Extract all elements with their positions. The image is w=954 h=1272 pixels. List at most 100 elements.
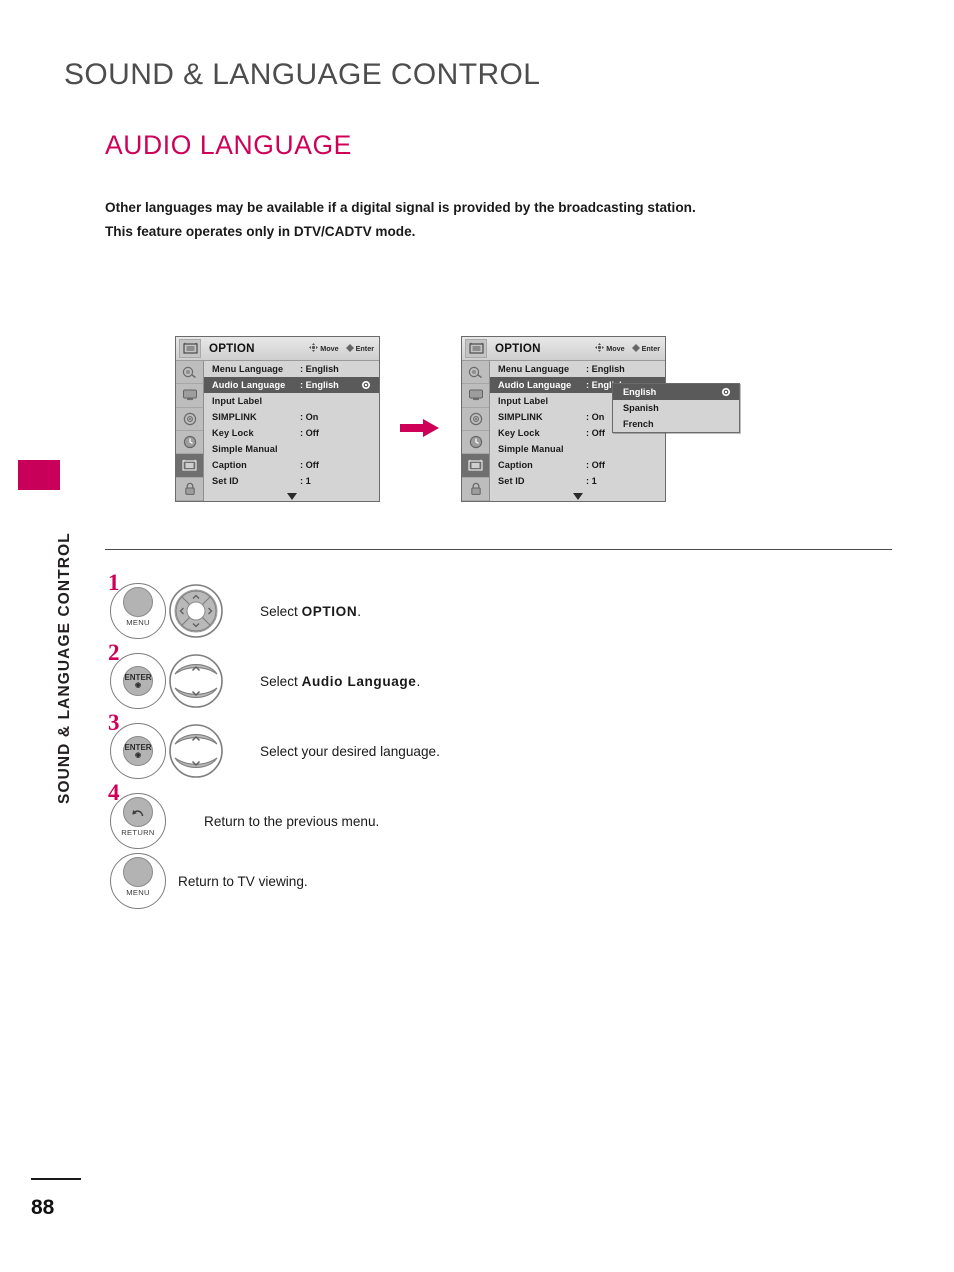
hint-enter: Enter [345, 343, 374, 354]
dropdown-option-french[interactable]: French [613, 416, 739, 432]
chapter-side-title: SOUND & LANGUAGE CONTROL [56, 532, 73, 804]
enter-button[interactable]: ENTER ◉ [110, 723, 166, 779]
step-3-text: Select your desired language. [260, 744, 440, 759]
row-label: Simple Manual [498, 444, 564, 454]
enter-dot-icon [631, 343, 640, 354]
osd-header: OPTION Move Enter [176, 337, 379, 361]
chapter-heading: SOUND & LANGUAGE CONTROL [64, 58, 541, 91]
step-return-to-tv-text: Return to TV viewing. [178, 874, 308, 889]
hint-enter-label: Enter [641, 344, 660, 353]
selected-radio-icon [722, 388, 730, 396]
enter-dot-icon [345, 343, 354, 354]
row-label: Menu Language [498, 364, 570, 374]
chapter-edge-marker [18, 460, 60, 490]
osd-row[interactable]: Simple Manual [204, 441, 379, 457]
enter-button-cap: ENTER ◉ [123, 736, 153, 766]
menu-button-label: MENU [126, 888, 150, 897]
osd-row-list: Menu Language : English Audio Language :… [204, 361, 379, 501]
return-button[interactable]: RETURN [110, 793, 166, 849]
dropdown-option-english[interactable]: English [613, 384, 739, 400]
row-value: : 1 [300, 476, 311, 486]
step-2-text-suffix: . [416, 673, 421, 689]
dropdown-option-label: French [623, 419, 654, 429]
row-label: Caption [212, 460, 247, 470]
menu-button[interactable]: MENU [110, 853, 166, 909]
row-value: : Off [586, 428, 605, 438]
category-icon-screen[interactable] [462, 384, 489, 408]
category-icon-option[interactable] [462, 454, 489, 478]
category-icon-lock[interactable] [176, 478, 203, 501]
row-label: Key Lock [498, 428, 540, 438]
step-2: 2 ENTER ◉ Select Audio Language. [108, 640, 420, 709]
step-2-text-bold: Audio Language [301, 673, 417, 689]
category-icon-audio[interactable] [176, 408, 203, 431]
category-icon-lock[interactable] [462, 478, 489, 501]
row-label: SIMPLINK [212, 412, 257, 422]
category-icon-time[interactable] [462, 431, 489, 455]
osd-row[interactable]: Set ID : 1 [490, 473, 665, 489]
menu-button[interactable]: MENU [110, 583, 166, 639]
dropdown-option-label: English [623, 387, 657, 397]
right-arrow-icon [400, 418, 440, 438]
step-4: 4 RETURN Return to the previous menu. [108, 780, 379, 849]
hint-move-label: Move [606, 344, 625, 353]
row-value: : English [300, 364, 339, 374]
enter-dot-icon: ◉ [134, 751, 142, 759]
selected-radio-icon [362, 381, 370, 389]
updown-rocker-icon[interactable] [168, 723, 224, 779]
category-icon-option[interactable] [176, 454, 203, 478]
osd-row[interactable]: Simple Manual [490, 441, 665, 457]
osd-row[interactable]: SIMPLINK : On [204, 409, 379, 425]
osd-row[interactable]: Menu Language : English [490, 361, 665, 377]
osd-category-rail [462, 361, 490, 501]
row-value: : Off [300, 428, 319, 438]
step-2-text: Select Audio Language. [260, 674, 420, 689]
osd-row[interactable]: Caption : Off [490, 457, 665, 473]
category-icon-screen[interactable] [176, 384, 203, 408]
osd-row[interactable]: Set ID : 1 [204, 473, 379, 489]
updown-rocker-icon[interactable] [168, 653, 224, 709]
row-label: Key Lock [212, 428, 254, 438]
dpad-move-icon [595, 343, 605, 354]
dpad-4way-icon[interactable] [168, 583, 224, 639]
dropdown-option-spanish[interactable]: Spanish [613, 400, 739, 416]
osd-row[interactable]: Caption : Off [204, 457, 379, 473]
hint-move: Move [595, 343, 625, 354]
step-3: 3 ENTER ◉ Select your desired language. [108, 710, 440, 779]
osd-panel-option-dropdown: OPTION Move Enter Menu Language: Englis… [461, 336, 740, 502]
page-number: 88 [31, 1196, 55, 1219]
row-label: SIMPLINK [498, 412, 543, 422]
enter-button-label: ENTER [124, 742, 152, 752]
step-4-text: Return to the previous menu. [204, 814, 379, 829]
osd-title: OPTION [495, 342, 541, 355]
category-icon-audio[interactable] [462, 408, 489, 431]
osd-row-audio-language[interactable]: Audio Language : English [204, 377, 379, 393]
osd-row[interactable]: Key Lock : Off [204, 425, 379, 441]
step-return-to-tv-text-prefix: Return to TV viewing. [178, 873, 308, 889]
row-value: : Off [586, 460, 605, 470]
more-down-icon [204, 493, 379, 500]
step-1-text: Select OPTION. [260, 604, 361, 619]
footer-divider [31, 1178, 81, 1180]
row-value: : English [300, 380, 339, 390]
category-icon-picture[interactable] [176, 361, 203, 385]
step-1-text-bold: OPTION [301, 603, 358, 619]
intro-line-2: This feature operates only in DTV/CADTV … [105, 224, 416, 239]
osd-row[interactable]: Input Label [204, 393, 379, 409]
step-4-text-prefix: Return to the previous menu. [204, 813, 380, 829]
row-value: : Off [300, 460, 319, 470]
category-icon-picture[interactable] [462, 361, 489, 385]
row-label: Input Label [212, 396, 263, 406]
osd-header: OPTION Move Enter [462, 337, 665, 361]
osd-category-rail [176, 361, 204, 501]
hint-enter: Enter [631, 343, 660, 354]
category-icon-time[interactable] [176, 431, 203, 455]
audio-language-dropdown[interactable]: English Spanish French [612, 383, 740, 433]
step-1-text-prefix: Select [260, 603, 302, 619]
more-down-icon [490, 493, 665, 500]
enter-button[interactable]: ENTER ◉ [110, 653, 166, 709]
row-value: : On [586, 412, 605, 422]
menu-button-cap [123, 587, 153, 617]
intro-paragraph: Other languages may be available if a di… [105, 196, 805, 244]
osd-row[interactable]: Menu Language : English [204, 361, 379, 377]
